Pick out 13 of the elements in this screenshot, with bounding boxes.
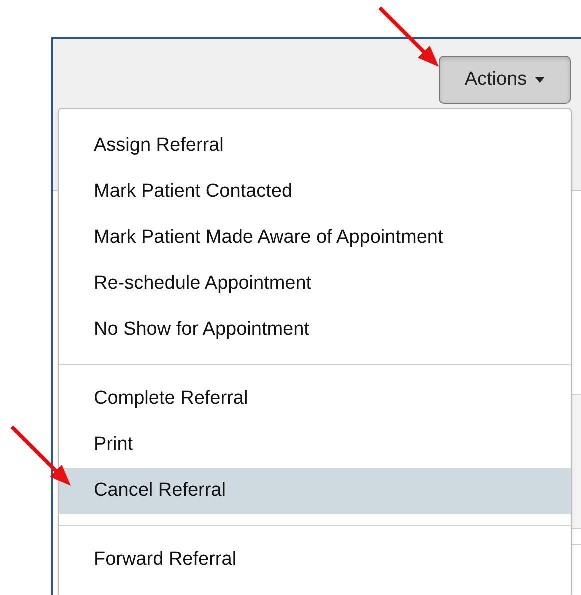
menu-item[interactable]: Cancel Referral: [59, 468, 571, 514]
menu-item[interactable]: Print: [59, 422, 571, 468]
menu-item[interactable]: Mark Patient Made Aware of Appointment: [59, 215, 571, 261]
menu-item[interactable]: Forward Referral: [59, 537, 571, 583]
menu-item[interactable]: Assign Referral: [59, 123, 571, 169]
caret-icon: [535, 77, 546, 83]
annotation-arrow: [10, 425, 72, 487]
menu-item[interactable]: Re-schedule Appointment: [59, 261, 571, 307]
menu-item[interactable]: Complete Referral: [59, 376, 571, 422]
menu-item[interactable]: No Show for Appointment: [59, 307, 571, 353]
menu-item[interactable]: Mark Patient Contacted: [59, 169, 571, 215]
annotation-arrow: [378, 6, 440, 68]
actions-button[interactable]: Actions: [439, 56, 571, 104]
